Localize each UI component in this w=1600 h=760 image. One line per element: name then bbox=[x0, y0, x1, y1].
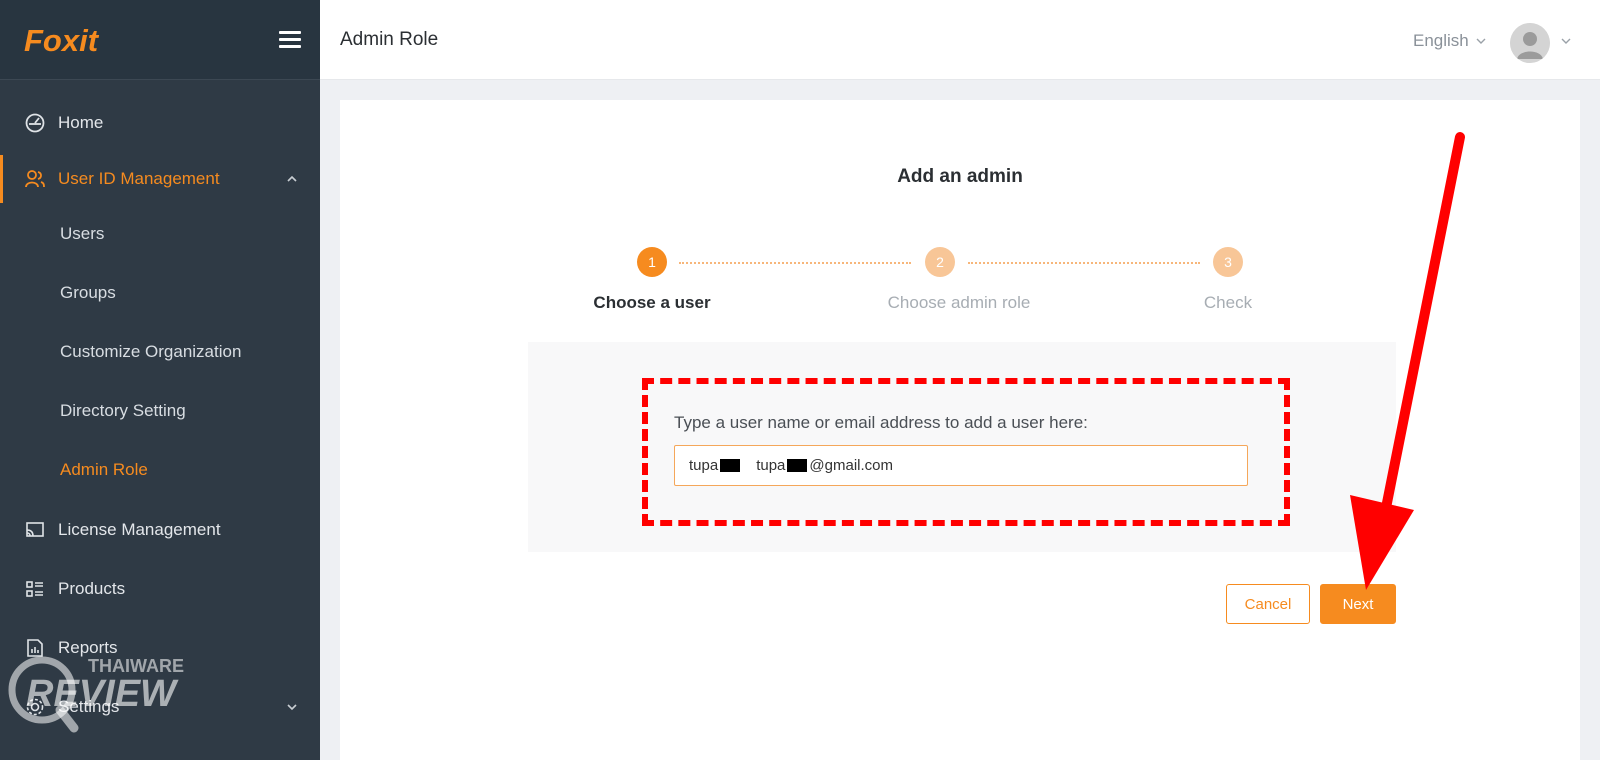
menu-toggle-icon[interactable] bbox=[279, 31, 301, 49]
sidebar-item-customize-organization[interactable]: Customize Organization bbox=[0, 330, 320, 374]
next-button[interactable]: Next bbox=[1320, 584, 1396, 624]
step-3-label: Check bbox=[1203, 293, 1253, 312]
sidebar-item-label: Products bbox=[58, 579, 126, 598]
sidebar: Foxit Home User ID Management Users Grou… bbox=[0, 0, 320, 760]
sidebar-item-groups[interactable]: Groups bbox=[0, 271, 320, 315]
sidebar-item-label: User ID Management bbox=[58, 169, 220, 188]
user-search-input[interactable]: tupa tupa @gmail.com bbox=[674, 445, 1248, 486]
logo-text: Foxit bbox=[24, 23, 100, 58]
top-header: Admin Role English bbox=[320, 0, 1600, 80]
products-icon bbox=[26, 581, 43, 597]
sidebar-item-label: Reports bbox=[58, 638, 118, 657]
sidebar-item-label: Customize Organization bbox=[60, 342, 242, 361]
input-name-text: tupa bbox=[689, 457, 719, 474]
sidebar-item-label: Settings bbox=[58, 697, 120, 716]
foxit-logo: Foxit bbox=[24, 23, 100, 58]
page-title: Admin Role bbox=[340, 29, 439, 50]
redaction-block bbox=[720, 459, 741, 472]
sidebar-item-label: License Management bbox=[58, 520, 221, 539]
sidebar-item-admin-role[interactable]: Admin Role bbox=[0, 448, 320, 492]
main-card: Add an admin 1 2 3 Choose a user Choose … bbox=[340, 100, 1580, 760]
sidebar-item-home[interactable]: Home bbox=[0, 99, 320, 147]
instruction-text: Type a user name or email address to add… bbox=[674, 413, 1088, 432]
gear-icon bbox=[26, 698, 44, 716]
sidebar-item-label: Users bbox=[60, 224, 105, 243]
sidebar-item-settings[interactable]: Settings bbox=[0, 683, 320, 731]
sidebar-item-label: Directory Setting bbox=[60, 401, 186, 420]
wizard-title: Add an admin bbox=[897, 166, 1023, 187]
license-icon bbox=[26, 522, 44, 537]
redaction-block bbox=[787, 459, 808, 472]
cancel-button[interactable]: Cancel bbox=[1226, 584, 1310, 624]
sidebar-item-reports[interactable]: Reports bbox=[0, 624, 320, 672]
sidebar-item-user-id-management[interactable]: User ID Management bbox=[0, 155, 320, 203]
app-window: Foxit Home User ID Management Users Grou… bbox=[0, 0, 1600, 760]
chevron-down-icon bbox=[1476, 38, 1486, 44]
avatar[interactable] bbox=[1510, 23, 1550, 63]
sidebar-item-directory-setting[interactable]: Directory Setting bbox=[0, 389, 320, 433]
sidebar-item-label: Home bbox=[58, 113, 104, 132]
user-avatar-icon bbox=[1510, 23, 1550, 63]
language-label: English bbox=[1413, 31, 1469, 50]
input-email-suffix: @gmail.com bbox=[809, 457, 893, 474]
avatar-chevron-down-icon[interactable] bbox=[1560, 36, 1572, 46]
users-icon bbox=[25, 170, 45, 188]
step-2-indicator: 2 bbox=[925, 247, 955, 277]
sidebar-item-products[interactable]: Products bbox=[0, 565, 320, 613]
step-3-indicator: 3 bbox=[1213, 247, 1243, 277]
step-connector-2 bbox=[968, 262, 1200, 264]
input-email-prefix: tupa bbox=[756, 457, 786, 474]
step-1-label: Choose a user bbox=[593, 293, 711, 312]
step-2-label: Choose admin role bbox=[887, 293, 1031, 312]
sidebar-item-label: Admin Role bbox=[60, 460, 148, 479]
step-connector-1 bbox=[679, 262, 911, 264]
language-selector[interactable]: English bbox=[1413, 31, 1487, 51]
chevron-up-icon[interactable] bbox=[286, 173, 298, 185]
sidebar-item-license-management[interactable]: License Management bbox=[0, 506, 320, 554]
chevron-down-icon[interactable] bbox=[286, 701, 298, 713]
reports-icon bbox=[27, 639, 43, 657]
step-1-indicator: 1 bbox=[637, 247, 667, 277]
dashboard-icon bbox=[25, 113, 45, 133]
sidebar-item-label: Groups bbox=[60, 283, 116, 302]
sidebar-item-users[interactable]: Users bbox=[0, 212, 320, 256]
sidebar-header: Foxit bbox=[0, 0, 320, 80]
